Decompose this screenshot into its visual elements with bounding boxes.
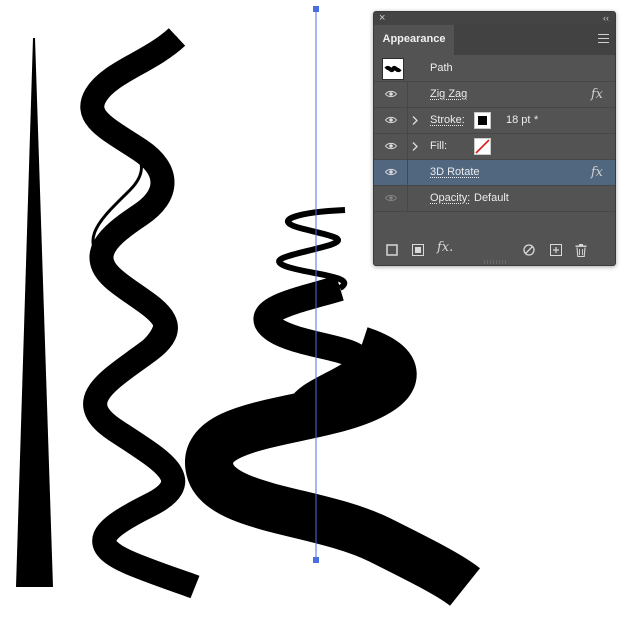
eye-icon <box>385 142 397 150</box>
guide-handle-top[interactable] <box>313 6 319 12</box>
panel-tab-row: Appearance <box>374 25 615 55</box>
no-fill-icon <box>475 139 490 154</box>
clear-appearance-icon[interactable] <box>523 244 535 256</box>
expand-stroke-arrow[interactable] <box>408 108 423 133</box>
eye-icon <box>385 116 397 124</box>
opacity-value: Default <box>474 192 509 204</box>
appearance-row-zigzag[interactable]: Zig Zag fx <box>374 82 615 108</box>
chevron-right-icon <box>412 142 418 151</box>
appearance-row-stroke[interactable]: Stroke: 18 pt * <box>374 108 615 134</box>
eye-icon <box>385 90 397 98</box>
stroke-weight-value[interactable]: 18 pt <box>506 114 530 126</box>
add-effect-icon[interactable]: fx. <box>437 240 453 255</box>
eye-icon <box>385 168 397 176</box>
3d-rotate-effect-link[interactable]: 3D Rotate <box>430 166 480 178</box>
panel-footer-toolbar: fx. <box>374 235 615 265</box>
chevron-right-icon <box>412 116 418 125</box>
appearance-list: Path Zig Zag fx Stroke: 18 pt * Fill: 3D… <box>374 56 615 212</box>
appearance-row-path[interactable]: Path <box>374 56 615 82</box>
fx-icon[interactable]: fx <box>591 87 603 102</box>
fill-none-swatch[interactable] <box>474 138 491 155</box>
visibility-toggle[interactable] <box>374 82 408 107</box>
close-panel-icon[interactable]: × <box>379 12 385 25</box>
fx-icon[interactable]: fx <box>591 165 603 180</box>
path-thumbnail-icon <box>382 58 404 80</box>
collapse-panel-icon[interactable]: ‹‹ <box>603 12 609 25</box>
path-label: Path <box>430 62 453 74</box>
visibility-toggle[interactable] <box>374 108 408 133</box>
visibility-toggle[interactable] <box>374 134 408 159</box>
zigzag-effect-link[interactable]: Zig Zag <box>430 88 467 100</box>
appearance-panel: × ‹‹ Appearance Path Zig Zag fx Stroke: … <box>373 11 616 266</box>
delete-item-icon[interactable] <box>575 244 587 257</box>
expand-fill-arrow[interactable] <box>408 134 423 159</box>
appearance-row-3d-rotate[interactable]: 3D Rotate fx <box>374 160 615 186</box>
eye-icon <box>385 194 397 202</box>
visibility-toggle[interactable] <box>374 186 408 211</box>
opacity-label-link[interactable]: Opacity: <box>430 192 470 204</box>
panel-resize-grip[interactable] <box>484 260 506 264</box>
rotated-ribbon-near[interactable] <box>185 327 480 607</box>
stroke-color-swatch[interactable] <box>474 112 491 129</box>
zigzag-thick-shape[interactable] <box>80 27 200 599</box>
add-stroke-icon[interactable] <box>386 244 398 256</box>
appearance-row-fill[interactable]: Fill: <box>374 134 615 160</box>
artboard-canvas[interactable]: × ‹‹ Appearance Path Zig Zag fx Stroke: … <box>0 0 620 621</box>
add-fill-icon[interactable] <box>412 244 424 256</box>
panel-menu-icon[interactable] <box>598 34 609 44</box>
tapered-spike-shape[interactable] <box>16 38 53 587</box>
panel-title-bar[interactable]: × ‹‹ <box>374 12 615 25</box>
stroke-swatch-inner <box>478 116 487 125</box>
stroke-label-link[interactable]: Stroke: <box>430 114 465 126</box>
tab-appearance[interactable]: Appearance <box>374 25 454 55</box>
stroke-weight-asterisk: * <box>534 114 539 126</box>
guide-handle-bottom[interactable] <box>313 557 319 563</box>
fill-label: Fill: <box>430 140 448 152</box>
visibility-toggle[interactable] <box>374 160 408 185</box>
appearance-row-opacity[interactable]: Opacity: Default <box>374 186 615 212</box>
duplicate-item-icon[interactable] <box>550 244 562 256</box>
